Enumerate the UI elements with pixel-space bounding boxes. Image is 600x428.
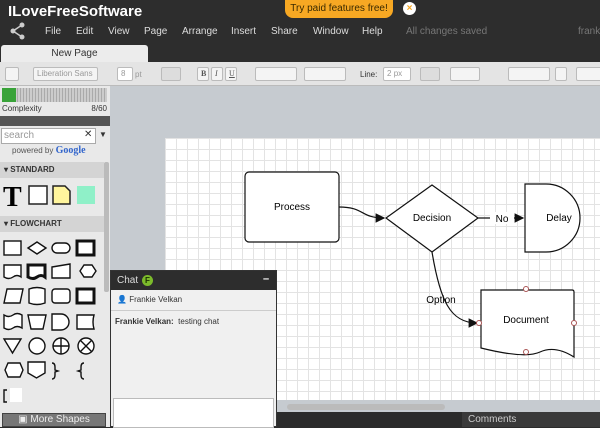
message-author: Frankie Velkan: <box>115 317 174 326</box>
delay-label: Delay <box>546 213 572 224</box>
rect-shape-icon <box>28 185 48 205</box>
decision-label: Decision <box>413 213 451 224</box>
powered-by-google: powered by Google <box>12 145 86 156</box>
chat-panel: Chat F – 👤 Frankie Velkan Frankie Velkan… <box>110 270 277 428</box>
complexity-bar <box>2 88 107 102</box>
chat-user-badge: F <box>142 275 153 286</box>
complexity-label: Complexity <box>2 104 42 113</box>
more-shapes-label: More Shapes <box>30 414 90 425</box>
section-flowchart[interactable]: ▾ FLOWCHART <box>0 216 104 232</box>
process-label: Process <box>274 202 310 213</box>
user-icon: 👤 <box>117 295 127 304</box>
chat-participant: 👤 Frankie Velkan <box>111 290 276 311</box>
message-text: testing chat <box>178 317 220 326</box>
shapes-sidebar: Complexity 8/60 search ✕ ▼ powered by Go… <box>0 86 110 427</box>
chat-message: Frankie Velkan: testing chat <box>115 317 219 326</box>
flowchart-shapes[interactable] <box>0 238 104 408</box>
clear-search-icon[interactable]: ✕ <box>84 129 92 140</box>
shape-search-input[interactable]: search <box>1 128 96 144</box>
chat-header[interactable]: Chat <box>111 271 276 290</box>
edge-no-label: No <box>496 214 509 225</box>
sidebar-scrollbar[interactable] <box>104 162 109 292</box>
edge-option-label: Option <box>426 295 455 306</box>
document-label: Document <box>503 315 549 326</box>
divider <box>0 116 110 126</box>
more-shapes-button[interactable]: ▣ More Shapes <box>2 413 106 427</box>
standard-shapes[interactable]: T <box>0 180 104 210</box>
chat-input[interactable] <box>113 398 274 428</box>
participant-name: Frankie Velkan <box>129 295 183 304</box>
swatch-shape-icon <box>77 186 95 204</box>
search-dropdown-icon[interactable]: ▼ <box>99 130 107 139</box>
complexity-value: 8/60 <box>91 104 107 113</box>
text-shape-icon: T <box>3 182 22 210</box>
edge-decision-document <box>431 251 479 328</box>
edge-process-decision <box>338 206 386 223</box>
complexity-fill <box>2 88 16 102</box>
chat-title: Chat <box>117 275 139 286</box>
minimize-button[interactable]: – <box>263 273 269 285</box>
section-standard-label: STANDARD <box>10 165 55 174</box>
powered-by-text: powered by <box>12 146 54 155</box>
comments-tab[interactable]: Comments <box>462 412 600 427</box>
google-logo: Google <box>55 145 86 156</box>
note-shape-icon <box>52 185 71 205</box>
section-flowchart-label: FLOWCHART <box>10 219 62 228</box>
section-standard[interactable]: ▾ STANDARD <box>0 162 104 178</box>
